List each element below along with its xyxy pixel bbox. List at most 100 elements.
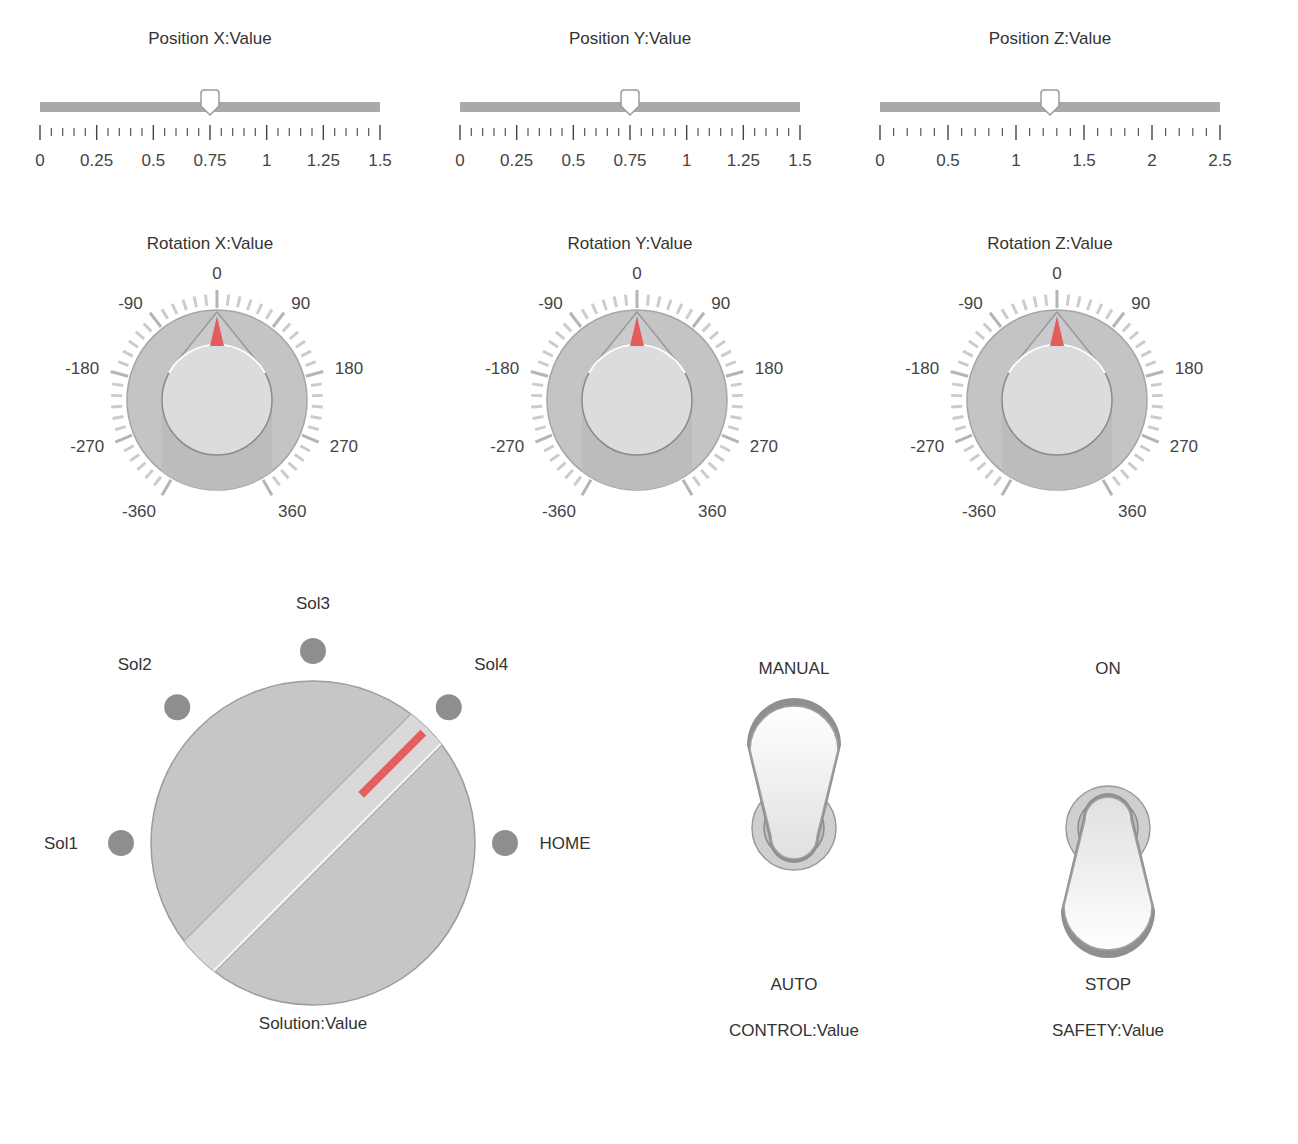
tick-label: 0.5 <box>142 151 166 170</box>
tick-label: 180 <box>755 359 783 378</box>
control-panel: Position X:Value00.250.50.7511.251.5Posi… <box>0 0 1298 1050</box>
tick-label: 0 <box>35 151 44 170</box>
switch-caption: CONTROL:Value <box>729 1021 859 1041</box>
tick-label: -90 <box>538 294 563 313</box>
pointer-icon <box>210 316 224 346</box>
tick-label: 1.5 <box>1072 151 1096 170</box>
knob-cap[interactable] <box>1002 345 1112 455</box>
tick-label: 0 <box>455 151 464 170</box>
tick-label: 90 <box>1131 294 1150 313</box>
switch-caption: SAFETY:Value <box>1052 1021 1164 1041</box>
option-label[interactable]: Sol4 <box>474 655 508 674</box>
slider-label: Position Z:Value <box>989 29 1112 49</box>
selector-label: Solution:Value <box>259 1014 367 1033</box>
option-dot[interactable] <box>492 830 518 856</box>
slider-label: Position X:Value <box>148 29 271 49</box>
tick-label: -270 <box>490 437 524 456</box>
option-label[interactable]: Sol1 <box>44 834 78 853</box>
tick-label: -180 <box>905 359 939 378</box>
tick-label: 1 <box>1011 151 1020 170</box>
tick-label: 0.75 <box>613 151 646 170</box>
pointer-icon <box>630 316 644 346</box>
tick-label: 0.5 <box>936 151 960 170</box>
tick-label: -360 <box>542 502 576 521</box>
switch-bottom-label[interactable]: STOP <box>1085 975 1131 995</box>
tick-label: -90 <box>118 294 143 313</box>
slider-thumb[interactable] <box>621 90 639 115</box>
slider-thumb[interactable] <box>1041 90 1059 115</box>
option-label[interactable]: Sol3 <box>296 594 330 613</box>
tick-label: 0 <box>875 151 884 170</box>
position-slider: Position X:Value 0 0.25 0.5 0.75 1 1.25 1.5 <box>0 29 420 180</box>
position-slider: Position Y:Value00.250.50.7511.251.5 <box>420 29 840 180</box>
tick-label: 1.5 <box>368 151 392 170</box>
mode-controls: Sol1 Sol2 Sol3 Sol4 HOME Solution:Value MANUAL… <box>0 590 1298 1050</box>
tick-label: 90 <box>711 294 730 313</box>
tick-label: 360 <box>698 502 726 521</box>
tick-label: 2 <box>1147 151 1156 170</box>
knob[interactable]: -360 -270 -180 -90 0 90 180 270 360 <box>469 254 805 554</box>
tick-label: -270 <box>70 437 104 456</box>
option-dot[interactable] <box>164 694 190 720</box>
tick-label: 1.5 <box>788 151 812 170</box>
toggle-lever[interactable] <box>1061 793 1155 958</box>
slider[interactable]: 0 0.25 0.5 0.75 1 1.25 1.5 <box>20 90 400 180</box>
tick-label: 1.25 <box>307 151 340 170</box>
toggle[interactable] <box>1008 690 1208 970</box>
switch-top-label[interactable]: MANUAL <box>759 659 830 679</box>
position-sliders: Position X:Value00.250.50.7511.251.5Posi… <box>0 0 1298 180</box>
selector-dial[interactable] <box>151 681 475 1005</box>
rotation-knobs: Rotation X:Value -360 -270 -180 -90 0 90 180 270… <box>0 234 1298 554</box>
tick-label: 2.5 <box>1208 151 1232 170</box>
toggle[interactable] <box>694 690 894 970</box>
slider[interactable]: 00.250.50.7511.251.5 <box>440 90 820 180</box>
tick-label: -270 <box>910 437 944 456</box>
tick-label: 270 <box>750 437 778 456</box>
tick-label: 360 <box>1118 502 1146 521</box>
tick-label: -360 <box>962 502 996 521</box>
slider-thumb[interactable] <box>201 90 219 115</box>
solution-selector[interactable]: Sol1 Sol2 Sol3 Sol4 HOME Solution:Value <box>0 590 630 1050</box>
tick-label: -180 <box>65 359 99 378</box>
tick-label: 180 <box>335 359 363 378</box>
toggle-switch: ON STOP SAFETY:Value <box>958 590 1258 1050</box>
toggle-switch: MANUAL AUTO CONTROL:Value <box>644 590 944 1050</box>
tick-label: 270 <box>330 437 358 456</box>
option-dot[interactable] <box>436 694 462 720</box>
rotation-knob: Rotation X:Value -360 -270 -180 -90 0 90 180 270… <box>0 234 420 554</box>
knob[interactable]: -360 -270 -180 -90 0 90 180 270 360 <box>889 254 1225 554</box>
tick-label: 0.25 <box>80 151 113 170</box>
tick-label: -180 <box>485 359 519 378</box>
knob-cap[interactable] <box>582 345 692 455</box>
option-dot[interactable] <box>108 830 134 856</box>
knob-label: Rotation X:Value <box>147 234 273 254</box>
pointer-icon <box>1050 316 1064 346</box>
tick-label: 0 <box>632 264 641 283</box>
tick-label: 1 <box>262 151 271 170</box>
tick-label: 0 <box>212 264 221 283</box>
switch-top-label[interactable]: ON <box>1095 659 1121 679</box>
option-label[interactable]: Sol2 <box>118 655 152 674</box>
tick-label: 270 <box>1170 437 1198 456</box>
toggle-lever[interactable] <box>747 698 841 863</box>
rotation-knob: Rotation Y:Value -360 -270 -180 -90 0 90 180 270… <box>420 234 840 554</box>
knob-cap[interactable] <box>162 345 272 455</box>
slider[interactable]: 0 0.5 1 1.5 2 2.5 <box>860 90 1240 180</box>
tick-label: 90 <box>291 294 310 313</box>
tick-label: 0.75 <box>193 151 226 170</box>
rotation-knob: Rotation Z:Value-360-270-180-90090180270… <box>840 234 1260 554</box>
knob[interactable]: -360 -270 -180 -90 0 90 180 270 360 <box>49 254 385 554</box>
selector-pointer[interactable] <box>177 707 449 979</box>
knob-label: Rotation Y:Value <box>567 234 692 254</box>
switch-bottom-label[interactable]: AUTO <box>771 975 818 995</box>
tick-label: -90 <box>958 294 983 313</box>
tick-label: 0 <box>1052 264 1061 283</box>
tick-label: 180 <box>1175 359 1203 378</box>
tick-label: 360 <box>278 502 306 521</box>
option-label[interactable]: HOME <box>540 834 591 853</box>
tick-label: -360 <box>122 502 156 521</box>
tick-label: 0.5 <box>562 151 586 170</box>
slider-label: Position Y:Value <box>569 29 691 49</box>
option-dot[interactable] <box>300 638 326 664</box>
tick-label: 1 <box>682 151 691 170</box>
